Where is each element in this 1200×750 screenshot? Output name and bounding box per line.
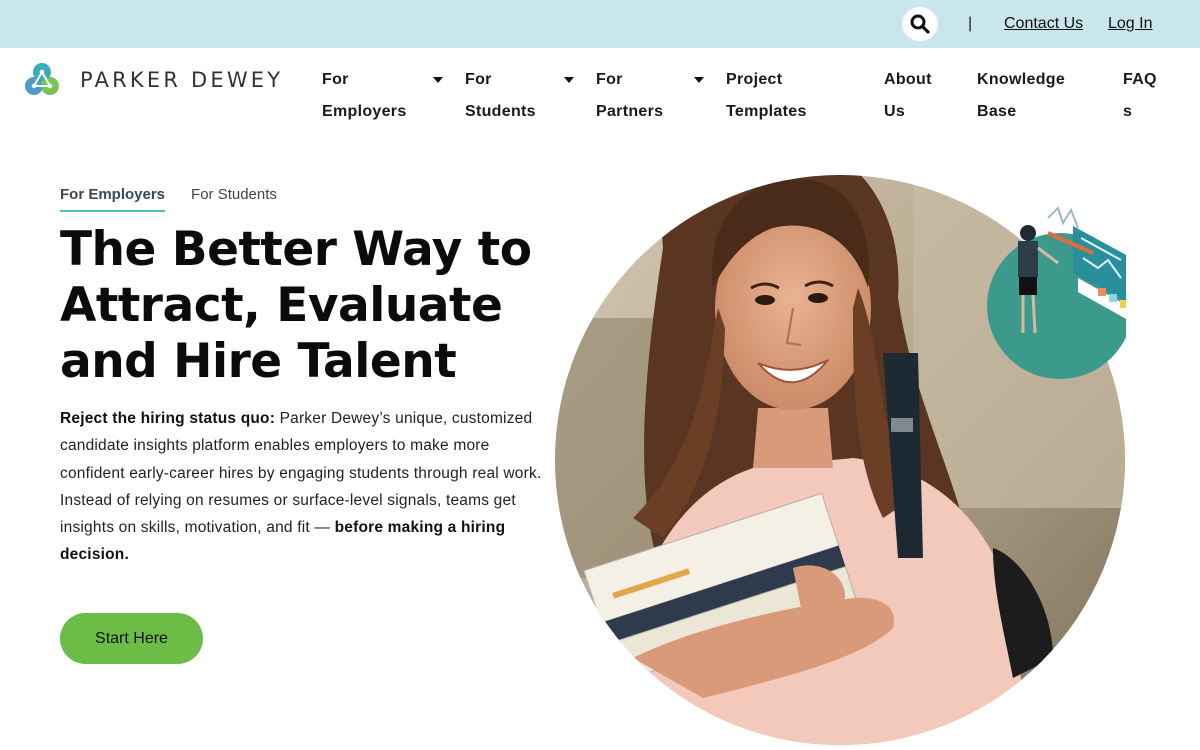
parker-dewey-logo-icon [25,63,59,95]
nav-project-templates[interactable]: Project Templates [726,64,807,128]
brand-name: PARKER DEWEY [80,68,284,92]
nav-label-line2: Students [465,103,536,120]
nav-label-line1: For [465,71,492,88]
nav-label-line1: For [596,71,623,88]
chevron-down-icon[interactable] [564,77,574,83]
search-button[interactable] [902,7,938,41]
nav-label-line1: About [884,71,932,88]
contact-us-link[interactable]: Contact Us [1004,15,1083,33]
chevron-down-icon[interactable] [433,77,443,83]
hero-title-line: The Better Way to [60,222,532,277]
nav-label-line2: Us [884,103,906,120]
audience-tabs: For Employers For Students [60,186,277,212]
search-icon [910,14,930,34]
hero-title: The Better Way to Attract, Evaluate and … [60,222,540,390]
start-here-button[interactable]: Start Here [60,613,203,664]
chevron-down-icon[interactable] [694,77,704,83]
nav-for-partners[interactable]: For Partners [596,64,663,128]
nav-for-students[interactable]: For Students [465,64,536,128]
nav-about-us[interactable]: About Us [884,64,932,128]
nav-label-line1: For [322,71,349,88]
hero-title-line: Attract, Evaluate [60,278,503,333]
hero-title-line: and Hire Talent [60,334,457,389]
nav-label-line2: Templates [726,103,807,120]
nav-label-line2: Employers [322,103,407,120]
nav-label-line2: s [1123,103,1133,120]
nav-faqs[interactable]: FAQ s [1123,64,1157,128]
nav-label-line2: Base [977,103,1017,120]
log-in-link[interactable]: Log In [1108,15,1152,33]
tab-for-employers[interactable]: For Employers [60,186,166,212]
nav-label-line1: FAQ [1123,71,1157,88]
utility-separator: | [968,15,973,32]
nav-label-line1: Knowledge [977,71,1066,88]
utility-bar: | Contact Us Log In [0,0,1200,48]
hero-student-photo [555,175,1126,745]
hero-description-lead: Reject the hiring status quo: [60,410,276,427]
hero-description: Reject the hiring status quo: Parker Dew… [60,405,550,569]
nav-knowledge-base[interactable]: Knowledge Base [977,64,1065,128]
nav-label-line2: Partners [596,103,664,120]
brand-logo[interactable]: PARKER DEWEY [24,62,283,98]
nav-for-employers[interactable]: For Employers [322,64,407,128]
nav-label-line1: Project [726,71,783,88]
tab-for-students[interactable]: For Students [191,186,277,212]
hero-description-text: Parker Dewey’s unique, customized candid… [60,410,542,537]
